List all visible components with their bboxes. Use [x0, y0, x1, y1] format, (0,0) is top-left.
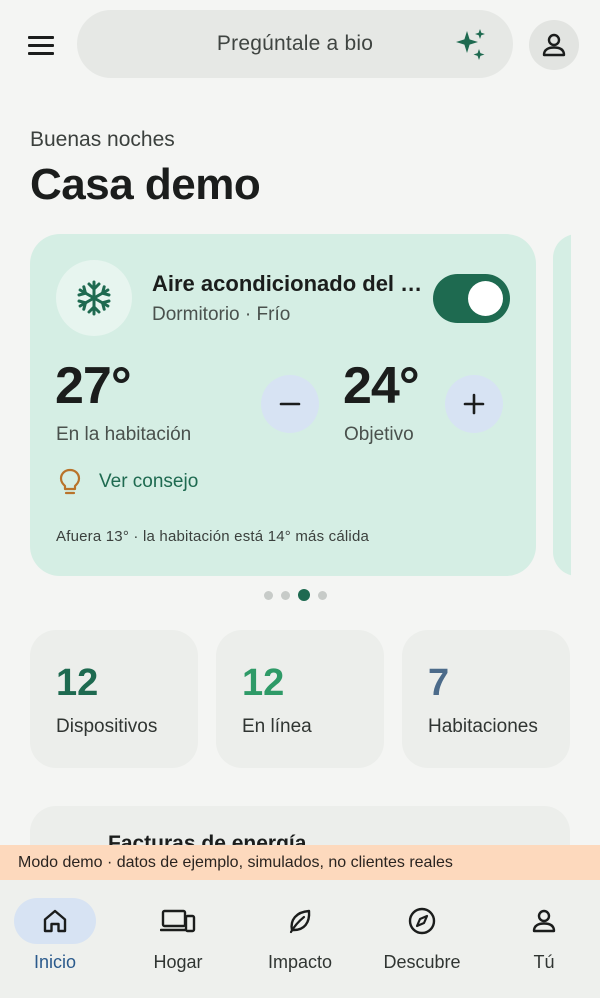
- menu-icon-line: [28, 51, 54, 55]
- stat-rooms[interactable]: 7 Habitaciones: [402, 630, 570, 768]
- menu-button[interactable]: [20, 26, 62, 64]
- nav-label: Hogar: [153, 952, 203, 972]
- nav-label: Tú: [533, 952, 555, 972]
- pager-dot[interactable]: [264, 590, 273, 600]
- snowflake-icon: [77, 280, 111, 316]
- nav-item-impacto[interactable]: Impacto: [240, 880, 360, 998]
- assistant-search-bar[interactable]: Pregúntale a bio: [77, 10, 513, 78]
- lightbulb-icon: [59, 468, 81, 495]
- nav-icon-container: [503, 898, 585, 944]
- nav-label: Impacto: [267, 952, 333, 972]
- home-title: Casa demo: [30, 160, 261, 209]
- stat-value: 12: [56, 662, 99, 704]
- target-temperature: 24°: [343, 357, 420, 415]
- nav-item-inicio[interactable]: Inicio: [0, 880, 115, 998]
- next-device-card[interactable]: [553, 234, 571, 576]
- stat-online[interactable]: 12 En línea: [216, 630, 384, 768]
- nav-label: Inicio: [33, 952, 77, 972]
- home-icon: [43, 909, 67, 933]
- stat-label: Habitaciones: [428, 716, 538, 737]
- current-temperature-label: En la habitación: [56, 424, 192, 445]
- minus-icon: [279, 402, 301, 406]
- stat-value: 12: [242, 662, 285, 704]
- search-placeholder: Pregúntale a bio: [216, 32, 374, 55]
- decrease-temperature-button[interactable]: [261, 375, 319, 433]
- nav-item-hogar[interactable]: Hogar: [118, 880, 238, 998]
- view-tip-link[interactable]: Ver consejo: [99, 471, 198, 493]
- current-temperature: 27°: [55, 357, 132, 415]
- target-temperature-label: Objetivo: [344, 424, 414, 445]
- device-subtitle: Dormitorio · Frío: [152, 304, 291, 325]
- pager-dot-active[interactable]: [298, 589, 310, 601]
- nav-icon-container: [381, 898, 463, 944]
- power-toggle[interactable]: [433, 274, 510, 323]
- device-title: Aire acondicionado del dormitorio: [152, 271, 432, 296]
- leaf-icon: [289, 909, 311, 934]
- stat-label: Dispositivos: [56, 716, 158, 737]
- nav-item-tu[interactable]: Tú: [484, 880, 600, 998]
- devices-icon: [160, 909, 196, 933]
- stat-value: 7: [428, 662, 450, 704]
- sparkle-icon[interactable]: [454, 28, 488, 62]
- nav-icon-container: [137, 898, 219, 944]
- plus-icon: [463, 393, 485, 415]
- toggle-knob: [468, 281, 503, 316]
- menu-icon-line: [28, 43, 54, 47]
- nav-active-indicator: [14, 898, 96, 944]
- greeting-text: Buenas noches: [30, 128, 175, 151]
- demo-mode-banner: Modo demo · datos de ejemplo, simulados,…: [0, 845, 600, 880]
- nav-icon-container: [259, 898, 341, 944]
- increase-temperature-button[interactable]: [445, 375, 503, 433]
- outside-temperature-note: Afuera 13° · la habitación está 14° más …: [56, 528, 370, 545]
- profile-button[interactable]: [529, 20, 579, 70]
- pager-dot[interactable]: [281, 590, 290, 600]
- person-icon: [532, 909, 556, 933]
- stat-label: En línea: [242, 716, 312, 737]
- carousel-pager: [264, 588, 327, 602]
- pager-dot[interactable]: [318, 590, 327, 600]
- nav-label: Descubre: [383, 952, 461, 972]
- stat-devices[interactable]: 12 Dispositivos: [30, 630, 198, 768]
- nav-item-descubre[interactable]: Descubre: [362, 880, 482, 998]
- device-icon-container: [56, 260, 132, 336]
- device-card[interactable]: Aire acondicionado del dormitorio Dormit…: [30, 234, 536, 576]
- compass-icon: [408, 907, 436, 935]
- person-icon: [542, 33, 566, 57]
- menu-icon-line: [28, 35, 54, 39]
- bottom-navigation: Inicio Hogar Impacto Descubre Tú: [0, 880, 600, 998]
